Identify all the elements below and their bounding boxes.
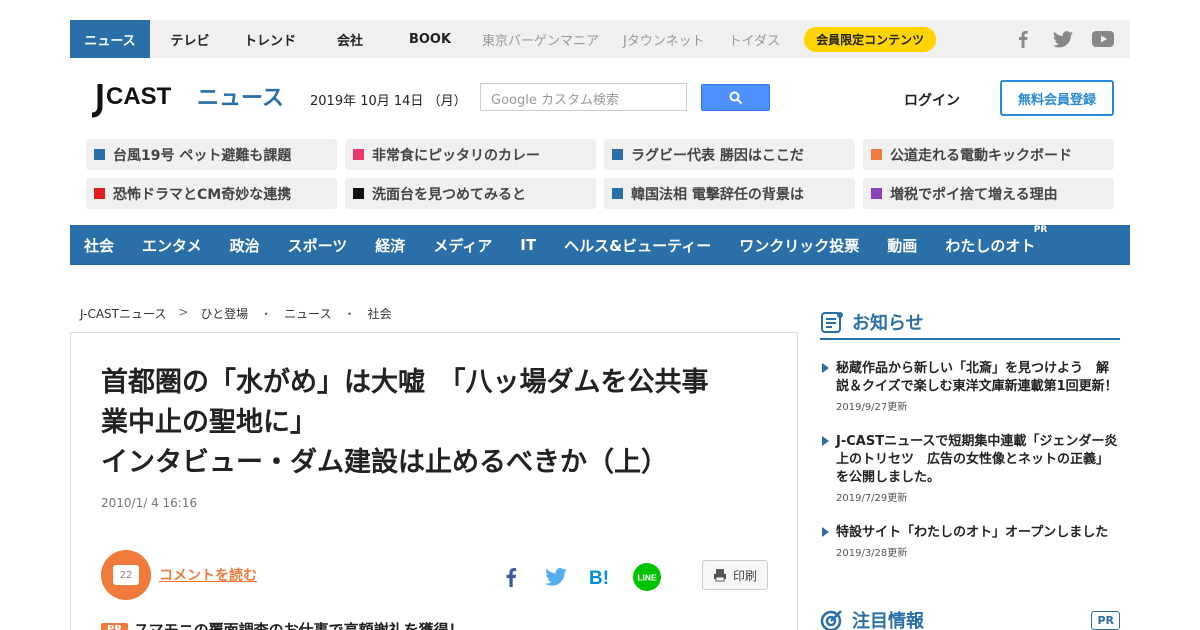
notice-icon <box>821 312 843 333</box>
category-video[interactable]: 動画 <box>887 235 917 256</box>
youtube-icon[interactable] <box>1092 28 1114 50</box>
tab-tv[interactable]: テレビ <box>150 20 230 58</box>
breadcrumb-society[interactable]: 社会 <box>368 305 392 322</box>
category-one-click-vote[interactable]: ワンクリック投票 <box>739 235 859 256</box>
pr-tag: PR <box>101 623 129 630</box>
search-input[interactable]: Google カスタム検索 <box>480 83 687 111</box>
comment-count: 22 <box>113 565 139 585</box>
svg-text:B!: B! <box>589 568 609 587</box>
list-item[interactable]: 秘蔵作品から新しい「北斎」を見つけよう 解説＆クイズで楽しむ東洋文庫新連載第1回… <box>820 360 1120 413</box>
breadcrumb-people[interactable]: ひと登場 <box>200 305 248 322</box>
login-link[interactable]: ログイン <box>904 90 960 110</box>
trend-link[interactable]: ラグビー代表 勝因はここだ <box>604 139 855 170</box>
read-comments-link[interactable]: コメントを読む <box>159 565 257 585</box>
trend-link[interactable]: 公道走れる電動キックボード <box>863 139 1114 170</box>
category-it[interactable]: IT <box>520 236 536 254</box>
facebook-share-icon[interactable] <box>495 561 527 593</box>
breadcrumb-separator: ・ <box>343 307 356 321</box>
article: 首都圏の「水がめ」は大嘘 「八ッ場ダムを公共事 業中止の聖地に」 インタビュー・… <box>70 332 798 630</box>
trend-link[interactable]: 増税でポイ捨て増える理由 <box>863 178 1114 209</box>
article-date: 2010/1/ 4 16:16 <box>101 496 198 510</box>
category-entertainment[interactable]: エンタメ <box>142 235 202 256</box>
list-item[interactable]: J-CASTニュースで短期集中連載「ジェンダー炎上のトリセツ 広告の女性像とネッ… <box>820 433 1120 504</box>
current-date: 2019年 10月 14日 （月） <box>310 94 467 109</box>
svg-text:ニュース: ニュース <box>197 86 284 111</box>
social-links <box>1012 28 1114 50</box>
category-media[interactable]: メディア <box>433 235 492 256</box>
register-button[interactable]: 無料会員登録 <box>1000 80 1114 116</box>
pr-ad-link[interactable]: PR スマモニの覆面調査のお仕事で高額謝礼を獲得！ <box>101 619 464 630</box>
twitter-icon[interactable] <box>1052 28 1074 50</box>
arrow-right-icon <box>822 436 829 446</box>
category-politics[interactable]: 政治 <box>230 235 260 256</box>
breadcrumb-home[interactable]: J-CASTニュース <box>80 305 166 322</box>
breadcrumb-separator: ・ <box>260 307 273 321</box>
notice-heading: お知らせ <box>820 306 1120 340</box>
breadcrumb-news[interactable]: ニュース <box>284 305 331 322</box>
facebook-icon[interactable] <box>1012 28 1034 50</box>
category-economy[interactable]: 経済 <box>375 235 405 256</box>
comment-count-badge[interactable]: 22 <box>101 550 151 600</box>
member-content-button[interactable]: 会員限定コンテンツ <box>804 26 937 52</box>
hatena-bookmark-icon[interactable]: B! <box>585 561 617 593</box>
pr-badge: PR <box>1091 610 1120 630</box>
arrow-right-icon <box>822 363 829 373</box>
tab-news[interactable]: ニュース <box>70 20 150 58</box>
focus-heading: 注目情報 PR <box>820 603 1120 630</box>
svg-text:LINE: LINE <box>637 573 657 583</box>
trend-link[interactable]: 韓国法相 電撃辞任の背景は <box>604 178 855 209</box>
breadcrumb: J-CASTニュース > ひと登場 ・ ニュース ・ 社会 <box>80 305 392 322</box>
trend-square-icon <box>871 149 882 160</box>
category-sports[interactable]: スポーツ <box>288 235 348 256</box>
category-navigation: 社会 エンタメ 政治 スポーツ 経済 メディア IT ヘルス&ビューティー ワン… <box>70 225 1130 265</box>
trend-square-icon <box>612 149 623 160</box>
trend-link[interactable]: 台風19号 ペット避難も課題 <box>86 139 337 170</box>
list-item[interactable]: 特設サイト「わたしのオト」オープンしました 2019/3/28更新 <box>820 524 1120 559</box>
category-society[interactable]: 社会 <box>84 235 114 256</box>
target-icon <box>820 610 842 630</box>
category-health-beauty[interactable]: ヘルス&ビューティー <box>564 235 711 256</box>
trend-square-icon <box>353 188 364 199</box>
site-logo[interactable]: CAST ニュース <box>86 80 286 122</box>
top-navigation: ニュース テレビ トレンド 会社 BOOK 東京バーゲンマニア Jタウンネット … <box>70 20 1130 58</box>
line-share-icon[interactable]: LINE <box>631 561 663 593</box>
trend-square-icon <box>871 188 882 199</box>
breadcrumb-separator: > <box>178 305 189 319</box>
svg-text:CAST: CAST <box>106 83 172 110</box>
trend-link[interactable]: 洗面台を見つめてみると <box>345 178 596 209</box>
category-watashi-no-oto[interactable]: わたしのオト PR <box>945 225 1047 256</box>
trend-square-icon <box>94 149 105 160</box>
trend-link[interactable]: 恐怖ドラマとCM奇妙な連携 <box>86 178 337 209</box>
twitter-share-icon[interactable] <box>540 561 572 593</box>
link-j-town[interactable]: Jタウンネット <box>611 20 717 58</box>
search-button[interactable] <box>701 84 770 111</box>
pr-label: PR <box>1033 224 1048 235</box>
arrow-right-icon <box>822 527 829 537</box>
link-tokyo-bargain[interactable]: 東京バーゲンマニア <box>470 20 611 58</box>
printer-icon <box>713 569 726 582</box>
link-toidasu[interactable]: トイダス <box>717 20 792 58</box>
search-icon <box>729 91 742 104</box>
trend-links: 台風19号 ペット避難も課題 非常食にピッタリのカレー ラグビー代表 勝因はここ… <box>86 139 1114 209</box>
print-button[interactable]: 印刷 <box>702 560 768 590</box>
trend-square-icon <box>353 149 364 160</box>
trend-square-icon <box>612 188 623 199</box>
trend-square-icon <box>94 188 105 199</box>
tab-trend[interactable]: トレンド <box>230 20 310 58</box>
trend-link[interactable]: 非常食にピッタリのカレー <box>345 139 596 170</box>
article-headline: 首都圏の「水がめ」は大嘘 「八ッ場ダムを公共事 業中止の聖地に」 インタビュー・… <box>101 367 709 478</box>
notice-list: 秘蔵作品から新しい「北斎」を見つけよう 解説＆クイズで楽しむ東洋文庫新連載第1回… <box>820 360 1120 579</box>
tab-book[interactable]: BOOK <box>390 20 470 58</box>
tab-company[interactable]: 会社 <box>310 20 390 58</box>
